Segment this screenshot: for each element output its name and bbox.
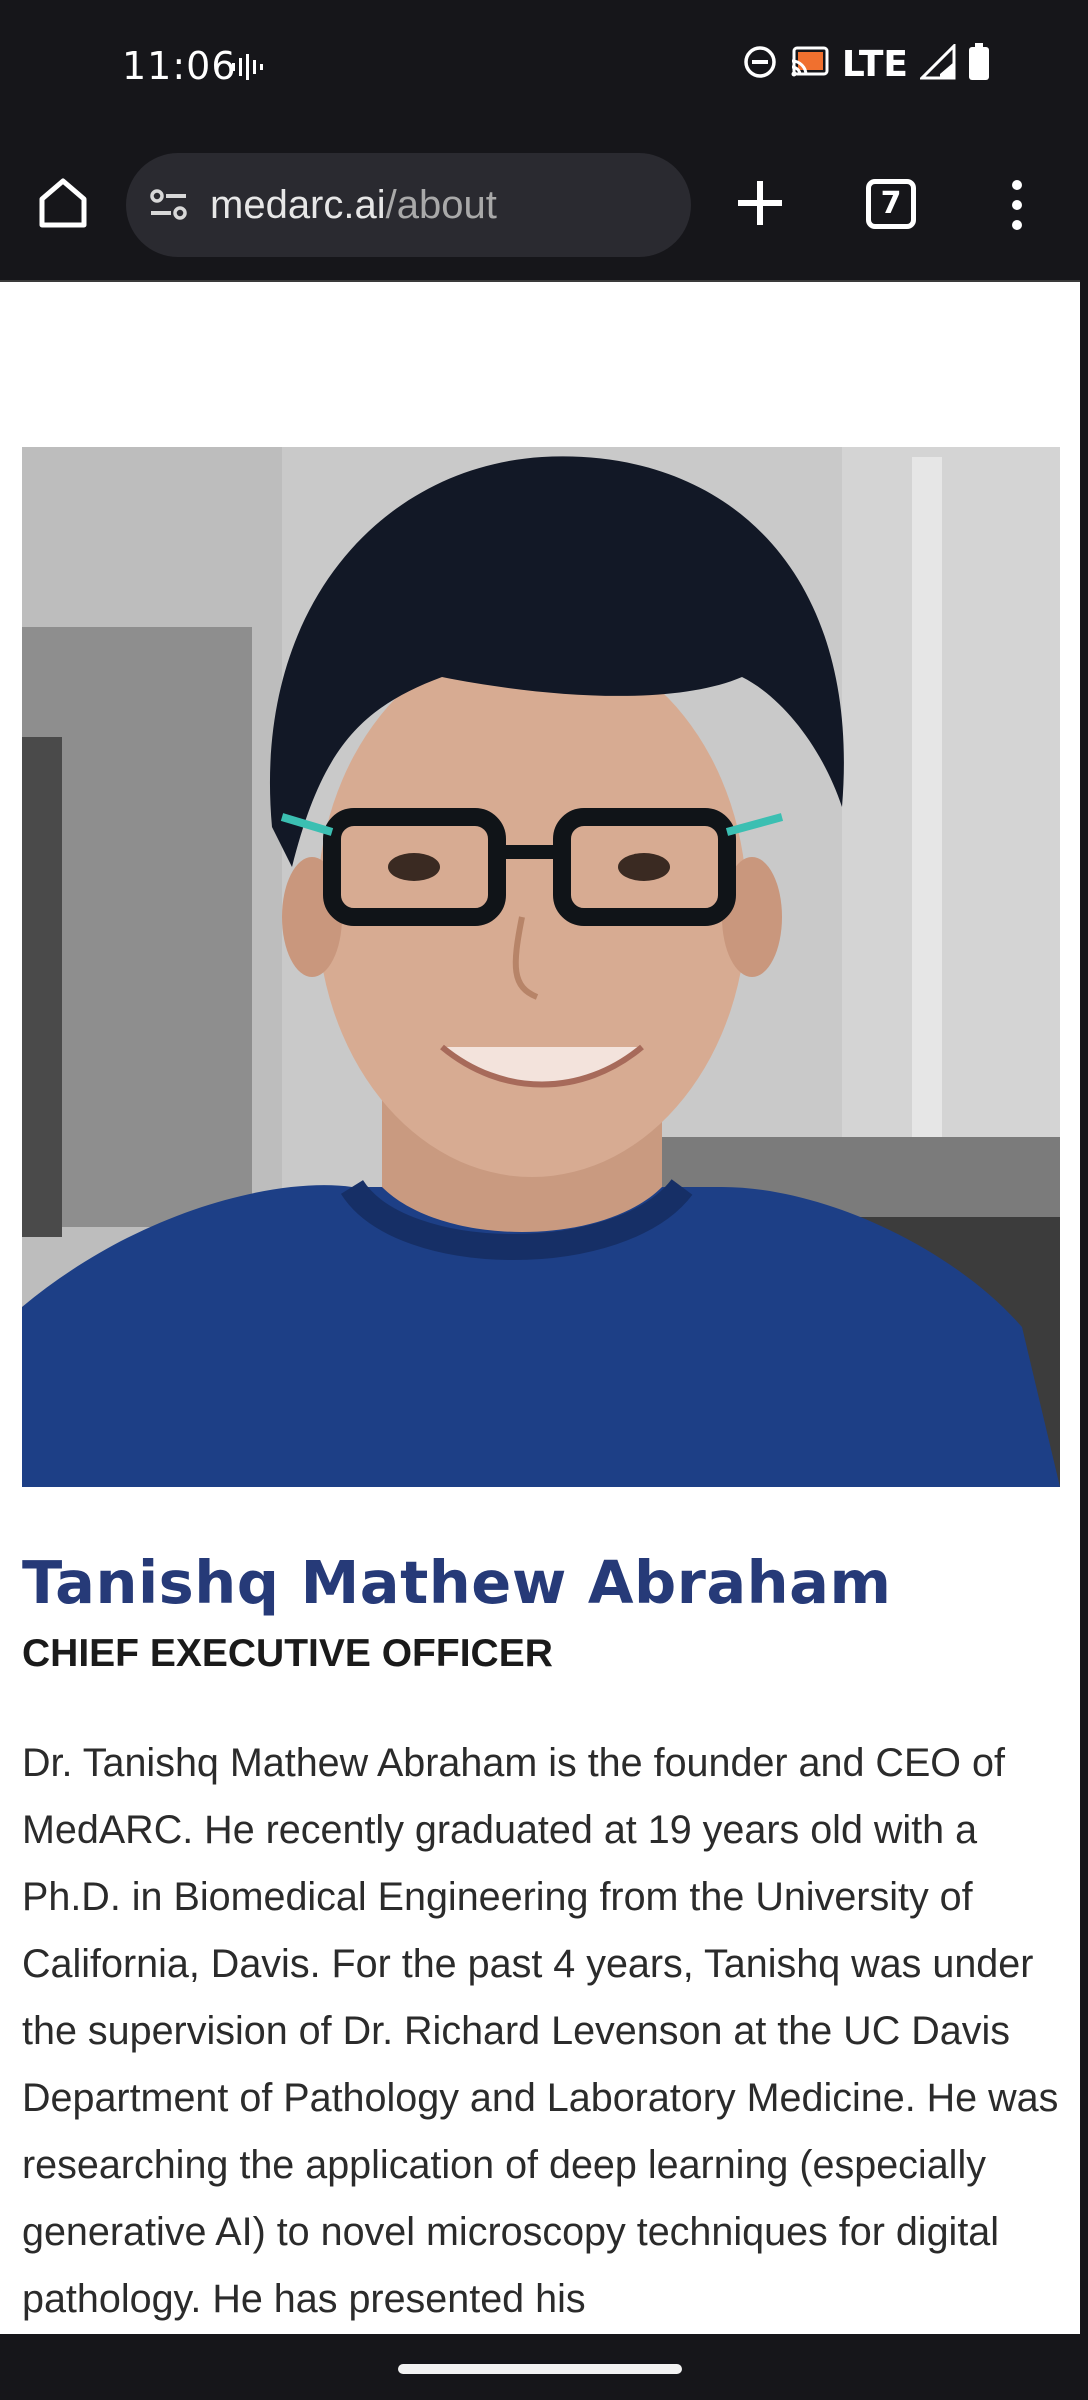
plus-icon	[734, 181, 786, 233]
new-tab-button[interactable]	[734, 177, 786, 229]
status-indicators: LTE	[742, 41, 990, 86]
url-domain: medarc.ai	[210, 183, 386, 227]
page-edge	[1080, 280, 1088, 2334]
browser-toolbar: medarc.ai/about 7	[0, 135, 1088, 280]
person-bio: Dr. Tanishq Mathew Abraham is the founde…	[22, 1741, 1059, 2321]
url-path: /about	[385, 183, 497, 227]
status-time: 11:06	[122, 44, 237, 88]
address-bar[interactable]: medarc.ai/about	[126, 153, 691, 257]
signal-icon	[918, 41, 956, 85]
web-page: Tanishq Mathew Abraham CHIEF EXECUTIVE O…	[0, 280, 1080, 2334]
more-options-button[interactable]	[1002, 175, 1032, 235]
url-text[interactable]: medarc.ai/about	[210, 183, 497, 228]
profile-photo	[22, 447, 1060, 1487]
tab-count: 7	[880, 186, 902, 221]
home-icon	[34, 178, 92, 235]
navigation-bar	[0, 2334, 1088, 2400]
site-info-icon[interactable]	[148, 185, 190, 230]
battery-icon	[968, 42, 990, 86]
home-button[interactable]	[34, 173, 92, 231]
person-name: Tanishq Mathew Abraham	[22, 1548, 892, 1617]
person-title: CHIEF EXECUTIVE OFFICER	[22, 1632, 553, 1675]
do-not-disturb-icon	[742, 44, 778, 85]
tab-switcher-button[interactable]: 7	[866, 179, 916, 229]
cast-icon	[790, 45, 830, 84]
status-bar: 11:06 LTE	[0, 0, 1088, 135]
home-gesture-handle[interactable]	[398, 2364, 682, 2374]
network-type: LTE	[841, 43, 908, 85]
more-vert-icon	[1002, 180, 1032, 239]
voice-activity-icon	[230, 52, 264, 87]
